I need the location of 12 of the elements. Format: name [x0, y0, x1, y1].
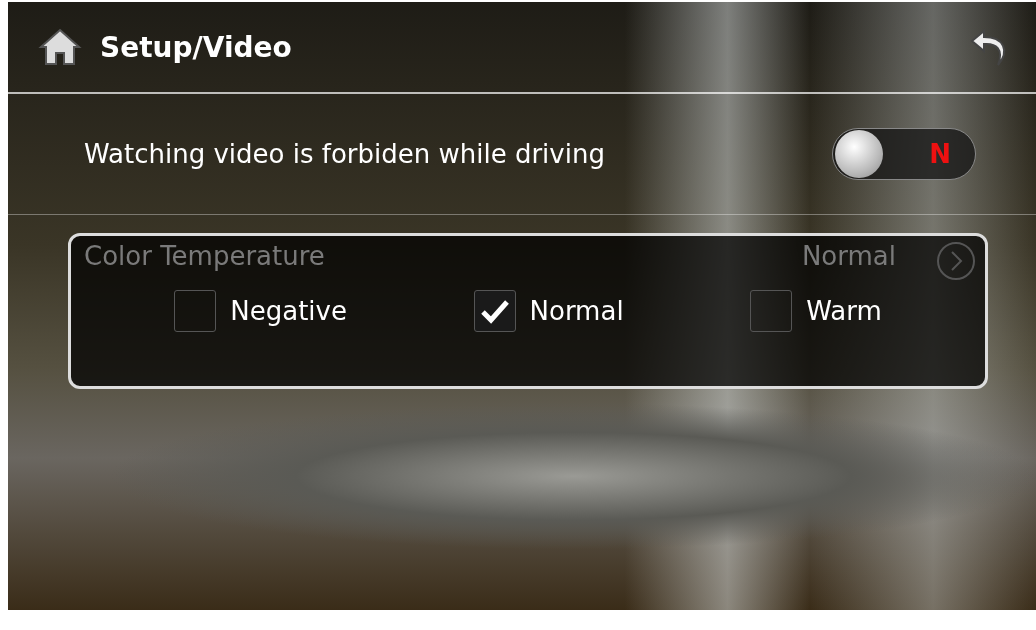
- setting-label: Watching video is forbiden while driving: [84, 139, 606, 169]
- checkbox[interactable]: [750, 290, 793, 332]
- option-label[interactable]: Negative: [230, 296, 347, 326]
- setting-value: Normal: [801, 241, 896, 271]
- page-title: Setup/Video: [100, 30, 293, 64]
- home-icon[interactable]: [38, 27, 82, 67]
- checkbox[interactable]: [174, 290, 217, 332]
- checkbox[interactable]: [473, 290, 516, 332]
- checkmark-icon: [479, 298, 510, 324]
- setting-label: Color Temperature: [84, 241, 326, 271]
- option-label[interactable]: Warm: [806, 296, 882, 326]
- option-label[interactable]: Normal: [529, 296, 624, 326]
